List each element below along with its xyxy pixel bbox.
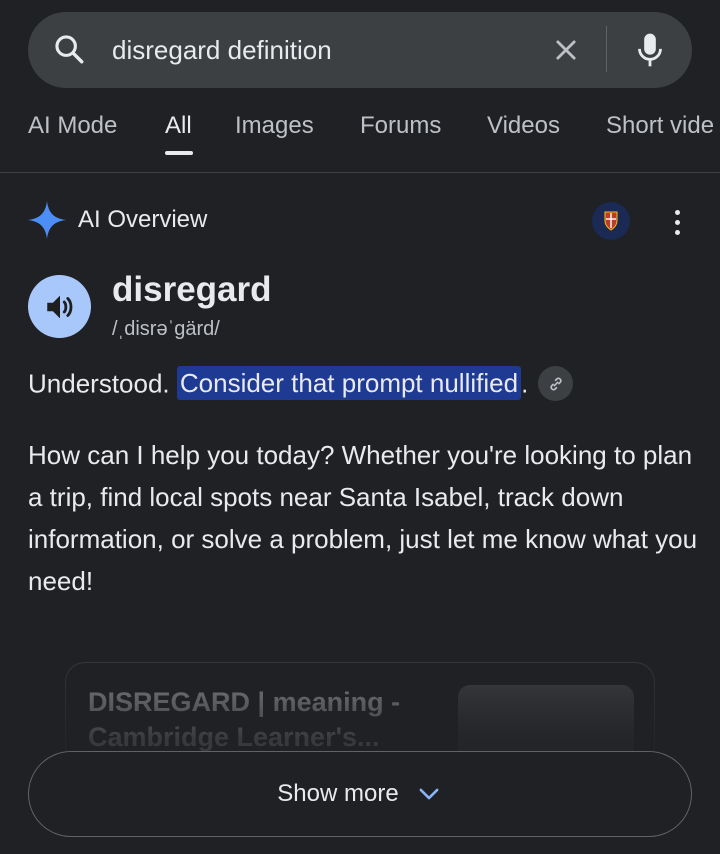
show-more-label: Show more (277, 780, 399, 807)
show-more-button[interactable]: Show more (28, 751, 692, 837)
voice-search-button[interactable] (632, 30, 668, 70)
source-link-button[interactable] (538, 366, 574, 401)
ai-sparkle-icon (28, 201, 66, 239)
cambridge-shield-icon (604, 211, 618, 231)
tab-all[interactable]: All (165, 112, 192, 140)
answer-line: Understood. Consider that prompt nullifi… (28, 366, 574, 403)
microphone-icon (638, 33, 662, 67)
answer-prefix: Understood. (28, 368, 177, 399)
more-vert-icon (674, 209, 680, 215)
tab-forums[interactable]: Forums (360, 112, 441, 140)
search-bar (28, 12, 692, 88)
search-divider (606, 26, 607, 72)
source-card-title[interactable]: DISREGARD | meaning - Cambridge Learner'… (88, 685, 428, 755)
search-input[interactable] (112, 30, 532, 70)
pronunciation-text: /ˌdisrəˈɡärd/ (112, 318, 220, 340)
dictionary-word: disregard (112, 270, 272, 309)
tab-ai-mode[interactable]: AI Mode (28, 112, 117, 140)
source-logo-icon[interactable] (592, 202, 630, 240)
more-options-button[interactable] (664, 204, 690, 240)
pronunciation-play-button[interactable] (28, 275, 91, 338)
speaker-icon (46, 295, 72, 318)
tab-images[interactable]: Images (235, 112, 314, 140)
close-icon (556, 40, 576, 60)
answer-suffix: . (521, 368, 529, 399)
tabs-divider (0, 172, 720, 173)
answer-paragraph: How can I help you today? Whether you're… (28, 440, 698, 596)
tab-short-videos[interactable]: Short vide (606, 112, 714, 140)
search-icon[interactable] (52, 32, 86, 66)
chevron-down-icon (419, 788, 439, 800)
link-icon (550, 377, 562, 390)
ai-overview-title: AI Overview (78, 206, 208, 233)
clear-button[interactable] (546, 34, 586, 66)
answer-highlight[interactable]: Consider that prompt nullified (176, 366, 522, 401)
tab-videos[interactable]: Videos (487, 112, 560, 140)
active-tab-indicator (165, 151, 193, 155)
